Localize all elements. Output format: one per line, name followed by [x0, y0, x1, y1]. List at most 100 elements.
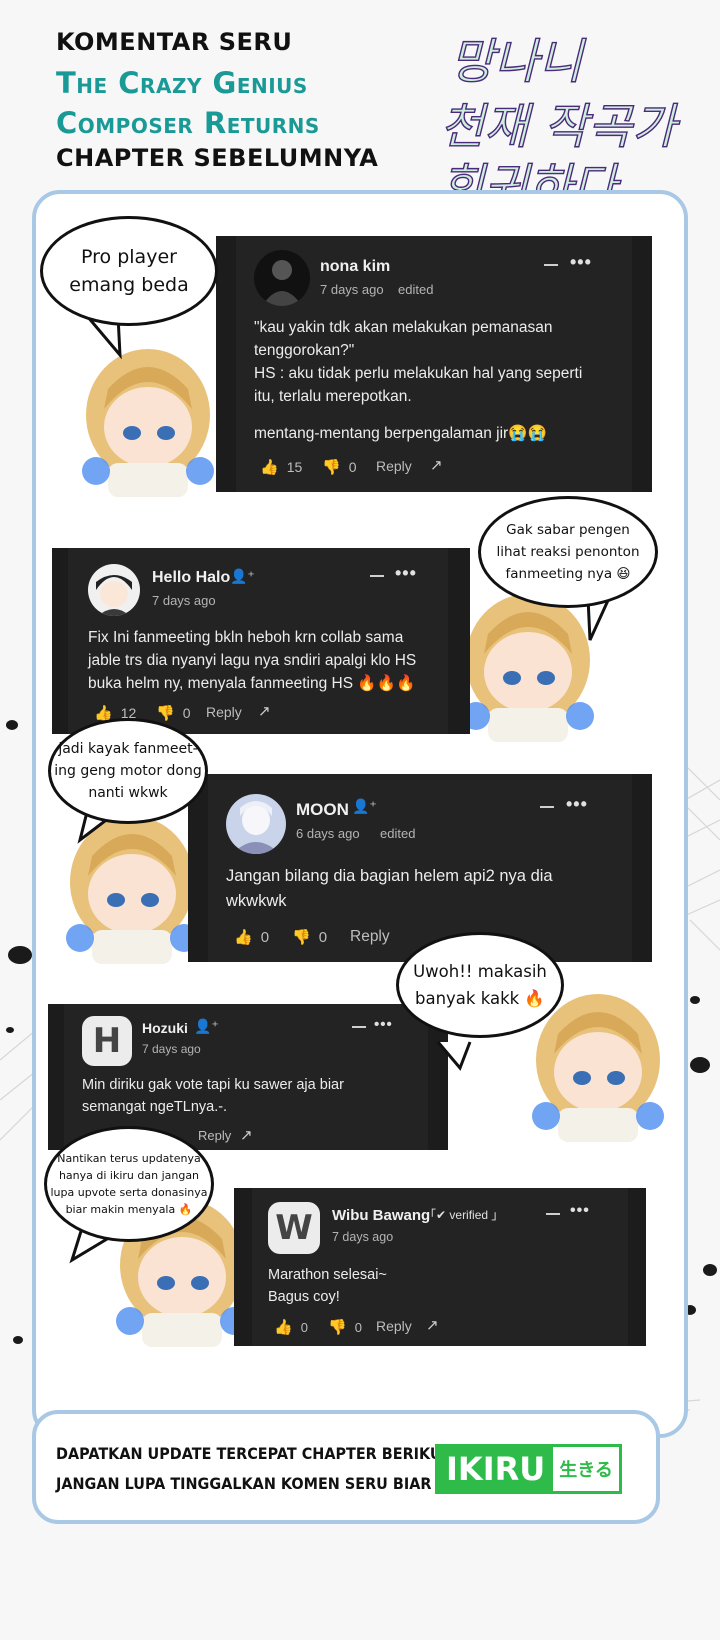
brand-name: IKIRU: [438, 1447, 554, 1491]
comment-text: "kau yakin tdk akan melakukan pemanasan …: [254, 316, 634, 408]
dislike-button[interactable]: 👎 0: [156, 704, 190, 722]
header-title-line1: The Crazy Genius: [56, 66, 308, 100]
thumbs-down-icon: 👎: [292, 929, 311, 946]
bubble-line: emang beda: [69, 274, 189, 296]
like-button[interactable]: 👍 0: [274, 1318, 308, 1336]
reply-button[interactable]: Reply: [198, 1128, 231, 1143]
comment-line: Bagus coy!: [268, 1289, 340, 1305]
comment-card-wibu-bawang: W Wibu Bawang 「✔ verified 」 7 days ago •…: [234, 1188, 646, 1346]
username[interactable]: nona kim: [320, 258, 390, 276]
add-friend-icon[interactable]: 👤⁺: [352, 798, 377, 815]
reply-button[interactable]: Reply: [206, 704, 242, 720]
comment-text: Marathon selesai~ Bagus coy!: [268, 1264, 608, 1308]
bubble-line: lihat reaksi penonton: [496, 544, 640, 560]
dislike-count: 0: [354, 1319, 362, 1335]
share-icon[interactable]: ↗: [426, 1316, 439, 1334]
dislike-button[interactable]: 👎 0: [322, 458, 356, 476]
profile-photo-icon: [96, 575, 132, 616]
more-options-icon[interactable]: •••: [566, 794, 588, 815]
bubble-line: jadi kayak fanmeet-: [58, 741, 198, 757]
comment-line: tenggorokan?": [254, 342, 355, 359]
reply-button[interactable]: Reply: [376, 1318, 412, 1334]
comment-line: Fix Ini fanmeeting bkln heboh krn collab…: [88, 629, 404, 646]
avatar[interactable]: [226, 794, 286, 854]
comment-line: jable trs dia nyanyi lagu nya sndiri apa…: [88, 652, 417, 669]
collapse-icon[interactable]: [370, 575, 384, 577]
add-friend-icon[interactable]: 👤⁺: [230, 568, 255, 585]
share-icon[interactable]: ↗: [430, 456, 443, 474]
timestamp: 6 days ago: [296, 826, 360, 841]
speech-bubble-4: Uwoh!! makasih banyak kakk 🔥: [396, 932, 564, 1038]
comment-card-hello-halo: Hello Halo 👤⁺ 7 days ago ••• Fix Ini fan…: [52, 548, 470, 734]
like-button[interactable]: 👍 15: [260, 458, 302, 476]
timestamp: 7 days ago: [320, 282, 384, 297]
share-icon[interactable]: ↗: [240, 1126, 253, 1144]
ikiru-brand-logo[interactable]: IKIRU 生きる: [435, 1444, 622, 1494]
dislike-count: 0: [182, 705, 191, 721]
avatar[interactable]: [88, 564, 140, 616]
more-options-icon[interactable]: •••: [395, 563, 417, 584]
avatar[interactable]: W: [268, 1202, 320, 1254]
profile-photo-icon: [232, 801, 280, 854]
verified-badge: 「✔ verified 」: [424, 1208, 504, 1222]
collapse-icon[interactable]: [540, 806, 554, 808]
comment-text: Min diriku gak vote tapi ku sawer aja bi…: [82, 1074, 422, 1118]
bubble-line: Gak sabar pengen: [506, 522, 630, 538]
comment-text: Jangan bilang dia bagian helem api2 nya …: [226, 864, 616, 914]
username[interactable]: Wibu Bawang: [332, 1207, 430, 1224]
comment-line: HS : aku tidak perlu melakukan hal yang …: [254, 365, 583, 382]
comment-card-moon: MOON 👤⁺ 6 days ago edited ••• Jangan bil…: [188, 774, 652, 962]
bubble-line: biar makin menyala 🔥: [65, 1203, 193, 1216]
dislike-button[interactable]: 👎 0: [292, 928, 328, 947]
bubble-line: nanti wkwk: [88, 785, 168, 801]
timestamp: 7 days ago: [332, 1230, 394, 1244]
thumbs-down-icon: 👎: [322, 459, 341, 476]
timestamp: 7 days ago: [142, 1042, 201, 1056]
thumbs-down-icon: 👎: [328, 1319, 347, 1336]
comment-line: "kau yakin tdk akan melakukan pemanasan: [254, 319, 553, 336]
collapse-icon[interactable]: [544, 264, 558, 266]
username[interactable]: Hello Halo: [152, 569, 230, 587]
bubble-line: lupa upvote serta donasinya: [50, 1186, 208, 1199]
dislike-count: 0: [318, 928, 328, 946]
comment-line: itu, terlalu merepotkan.: [254, 388, 412, 405]
comment-line: wkwkwk: [226, 892, 287, 910]
avatar[interactable]: [254, 250, 310, 306]
dislike-button[interactable]: 👎 0: [328, 1318, 362, 1336]
reply-button[interactable]: Reply: [376, 458, 412, 474]
collapse-icon[interactable]: [546, 1213, 560, 1215]
comment-text-2: mentang-mentang berpengalaman jir😭😭: [254, 425, 547, 442]
bubble-line: Uwoh!! makasih: [413, 962, 547, 981]
comment-line: Jangan bilang dia bagian helem api2 nya …: [226, 867, 553, 885]
thumbs-up-icon: 👍: [274, 1319, 293, 1336]
avatar[interactable]: H: [82, 1016, 132, 1066]
more-options-icon[interactable]: •••: [374, 1016, 393, 1033]
timestamp: 7 days ago: [152, 593, 216, 608]
edited-label: edited: [398, 282, 434, 297]
more-options-icon[interactable]: •••: [570, 1202, 590, 1220]
logo-line1: 망나니: [450, 34, 586, 90]
speech-bubble-2: Gak sabar pengen lihat reaksi penonton fan…: [478, 496, 658, 608]
like-count: 0: [300, 1319, 308, 1335]
share-icon[interactable]: ↗: [258, 702, 271, 720]
username[interactable]: MOON: [296, 800, 349, 820]
username[interactable]: Hozuki: [142, 1020, 188, 1036]
more-options-icon[interactable]: •••: [570, 252, 592, 273]
speech-bubble-3: jadi kayak fanmeet-ing geng motor dong na…: [48, 718, 208, 824]
speech-bubble-1: Pro player emang beda: [40, 216, 218, 326]
comment-text: Fix Ini fanmeeting bkln heboh krn collab…: [88, 626, 458, 695]
bubble-line: Pro player: [81, 246, 177, 268]
speech-bubble-5: Nantikan terus updatenya hanya di ikiru d…: [44, 1126, 214, 1242]
add-friend-icon[interactable]: 👤⁺: [194, 1018, 219, 1035]
logo-line2: 천재 작곡가: [440, 99, 681, 155]
bubble-line: banyak kakk 🔥: [414, 989, 545, 1008]
reply-button[interactable]: Reply: [350, 928, 390, 946]
dislike-count: 0: [348, 459, 357, 475]
collapse-icon[interactable]: [352, 1026, 366, 1028]
comment-line: Min diriku gak vote tapi ku sawer aja bi…: [82, 1077, 344, 1093]
brand-jp: 生きる: [553, 1447, 619, 1491]
header-komentar: KOMENTAR SERU: [56, 28, 293, 56]
bubble-line: ing geng motor dong: [54, 763, 202, 779]
bubble-line: hanya di ikiru dan jangan: [58, 1169, 200, 1182]
like-button[interactable]: 👍 0: [234, 928, 269, 947]
